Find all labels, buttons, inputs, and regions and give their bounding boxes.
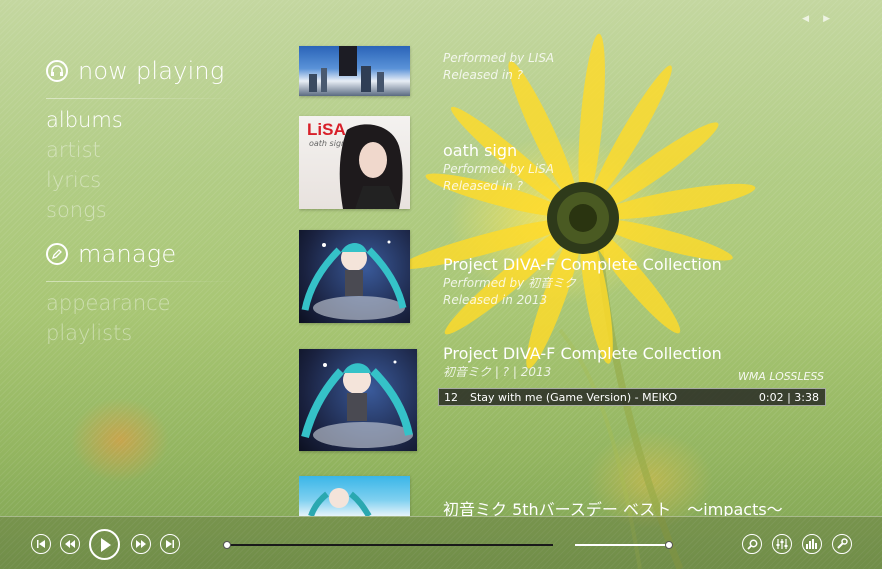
music-player-window: ◀ ▶ now playing albums artist lyrics son… [0, 0, 882, 569]
nav-songs[interactable]: songs [46, 195, 241, 225]
album-meta: Project DIVA-F Complete Collection Perfo… [443, 255, 722, 309]
bars-icon [806, 539, 817, 549]
seek-handle[interactable] [223, 541, 231, 549]
now-playing-header[interactable]: now playing [46, 54, 241, 88]
volume-handle[interactable] [665, 541, 673, 549]
album-cover[interactable] [299, 46, 410, 96]
headphones-icon [46, 60, 68, 82]
equalizer-button[interactable] [772, 534, 792, 554]
album-meta: 初音ミク 5thバースデー ベスト ～impacts～ [443, 500, 783, 516]
play-button[interactable] [89, 529, 120, 560]
nav-artist[interactable]: artist [46, 135, 241, 165]
play-icon [100, 537, 111, 552]
album-title[interactable]: oath sign [443, 141, 554, 161]
album-release: Released in ? [443, 68, 523, 82]
visualizer-button[interactable] [802, 534, 822, 554]
nav-albums[interactable]: albums [46, 105, 241, 135]
track-time: 0:02 | 3:38 [758, 390, 819, 404]
sliders-icon [776, 539, 788, 549]
album-meta: Performed by LISA Released in ? [443, 50, 554, 84]
rewind-button[interactable] [60, 534, 80, 554]
wrench-icon [837, 538, 848, 549]
format-badge: WMA LOSSLESS [737, 370, 824, 383]
now-playing-title: now playing [78, 57, 225, 85]
manage-header[interactable]: manage [46, 237, 241, 271]
nav-playlists[interactable]: playlists [46, 318, 241, 348]
manage-title: manage [78, 240, 177, 268]
fast-forward-icon [136, 540, 146, 548]
skip-start-icon [37, 540, 45, 548]
now-playing-track[interactable]: 12 Stay with me (Game Version) - MEIKO 0… [438, 388, 826, 406]
skip-to-start-button[interactable] [31, 534, 51, 554]
divider [46, 98, 241, 99]
album-title[interactable]: Project DIVA-F Complete Collection [443, 344, 722, 364]
album-cover[interactable] [299, 476, 410, 516]
album-release: Released in 2013 [443, 293, 548, 307]
seek-slider[interactable] [223, 541, 553, 549]
album-cover[interactable]: LiSA oath sign [299, 116, 410, 209]
album-title[interactable]: Project DIVA-F Complete Collection [443, 255, 722, 275]
settings-button[interactable] [832, 534, 852, 554]
album-meta: oath sign Performed by LiSA Released in … [443, 141, 554, 195]
search-icon [746, 539, 757, 550]
nav-lyrics[interactable]: lyrics [46, 165, 241, 195]
search-button[interactable] [742, 534, 762, 554]
album-artist: Performed by 初音ミク [443, 276, 577, 290]
volume-slider[interactable] [575, 541, 673, 549]
nav-appearance[interactable]: appearance [46, 288, 241, 318]
album-artist: Performed by LISA [443, 51, 555, 65]
sidebar: now playing albums artist lyrics songs m… [46, 54, 241, 348]
track-number: 12 [444, 390, 458, 404]
track-name: Stay with me (Game Version) - MEIKO [470, 390, 678, 404]
album-cover[interactable] [299, 230, 410, 323]
pencil-icon [46, 243, 68, 265]
skip-end-icon [166, 540, 174, 548]
transport-bar [0, 516, 882, 569]
album-subtitle: 初音ミク | ? | 2013 [443, 365, 552, 379]
skip-to-end-button[interactable] [160, 534, 180, 554]
album-meta: Project DIVA-F Complete Collection 初音ミク … [443, 344, 722, 381]
album-cover[interactable] [299, 349, 417, 451]
album-artist: Performed by LiSA [443, 162, 554, 176]
album-title[interactable]: 初音ミク 5thバースデー ベスト ～impacts～ [443, 500, 783, 516]
album-list: Performed by LISA Released in ? LiSA oat… [299, 0, 839, 516]
divider [46, 281, 241, 282]
album-release: Released in ? [443, 179, 523, 193]
fast-forward-button[interactable] [131, 534, 151, 554]
rewind-icon [65, 540, 75, 548]
